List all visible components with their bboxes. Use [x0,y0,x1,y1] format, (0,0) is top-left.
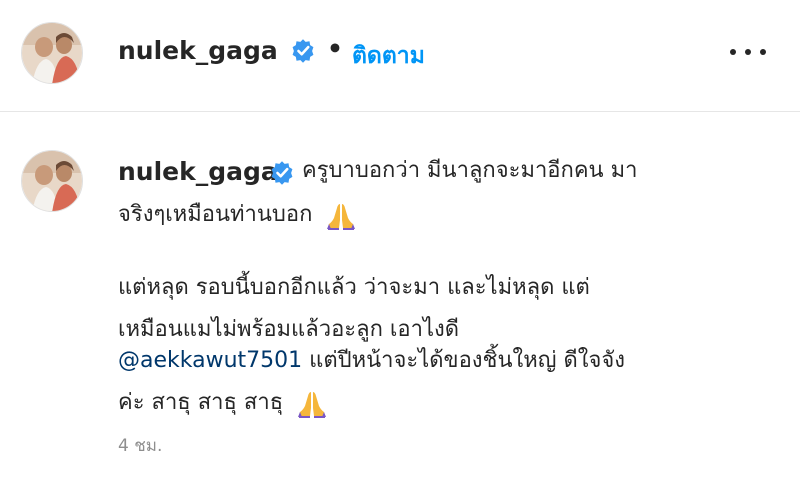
post-header: nulek_gaga • ติดตาม [0,0,800,112]
verified-badge-icon [292,39,314,63]
more-dot [745,49,751,55]
folded-hands-icon [327,204,356,230]
separator-dot: • [327,34,343,63]
post-timestamp[interactable]: 4 ชม. [118,432,162,459]
caption-text: แต่ปีหน้าจะได้ของชิ้นใหญ่ ดีใจจัง [302,348,626,373]
follow-button[interactable]: ติดตาม [352,38,425,74]
mention-link[interactable]: @aekkawut7501 [118,348,302,373]
folded-hands-icon [298,392,327,418]
caption-username[interactable]: nulek_gaga [118,157,278,186]
header-username[interactable]: nulek_gaga [118,36,278,65]
caption-text: จริงๆเหมือนท่านบอก [118,202,313,227]
caption-text: ค่ะ สาธุ สาธุ สาธุ [118,390,284,415]
caption-text-line: แต่หลุด รอบนี้บอกอีกแล้ว ว่าจะมา และไม่ห… [118,275,590,300]
profile-avatar[interactable] [21,22,83,84]
caption-avatar[interactable] [21,150,83,212]
caption-text-line-with-mention: @aekkawut7501 แต่ปีหน้าจะได้ของชิ้นใหญ่ … [118,346,625,376]
more-dot [730,49,736,55]
caption-text-line-with-emoji: ค่ะ สาธุ สาธุ สาธุ [118,388,328,418]
caption-text-line-with-emoji: จริงๆเหมือนท่านบอก [118,200,357,230]
more-dot [760,49,766,55]
verified-badge-icon [271,161,293,185]
more-options-icon[interactable] [726,38,770,66]
caption-text-line: เหมือนแมไม่พร้อมแล้วอะลูก เอาไงดี [118,317,460,342]
caption-text-line: ครูบาบอกว่า มีนาลูกจะมาอีกคน มา [302,158,638,183]
